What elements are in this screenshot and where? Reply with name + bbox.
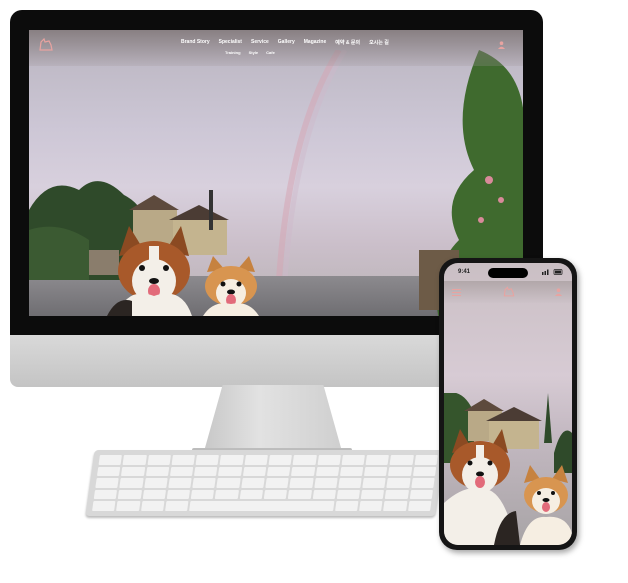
main-menu: Brand Story Specialist Service Gallery M…: [181, 39, 389, 46]
status-bar: 9:41: [444, 263, 572, 281]
submenu-item-training[interactable]: Training: [225, 50, 241, 55]
site-navigation: Brand Story Specialist Service Gallery M…: [29, 30, 523, 66]
menu-item-location[interactable]: 오시는 길: [369, 39, 389, 46]
battery-signal-icon: [542, 269, 563, 275]
menu-item-gallery[interactable]: Gallery: [278, 39, 295, 46]
hamburger-menu-icon[interactable]: [452, 289, 461, 296]
corgi-red-image: [203, 256, 259, 316]
submenu-item-style[interactable]: Style: [249, 50, 259, 55]
dog-logo-icon[interactable]: [502, 285, 516, 299]
service-submenu: Training Style Cafe: [225, 50, 275, 55]
corgi-tricolor-image: [107, 226, 192, 316]
mobile-hero-image: [444, 393, 572, 545]
rainbow-image: [276, 50, 348, 280]
menu-item-reservation[interactable]: 예약 & 문의: [335, 39, 360, 46]
mobile-phone: 9:41: [439, 258, 577, 550]
dog-logo-icon[interactable]: [37, 36, 55, 54]
user-icon[interactable]: [555, 288, 562, 296]
menu-item-magazine[interactable]: Magazine: [304, 39, 327, 46]
keyboard: [85, 450, 445, 516]
dynamic-island: [488, 268, 528, 278]
menu-item-brand-story[interactable]: Brand Story: [181, 39, 210, 46]
monitor-stand: [203, 385, 343, 455]
keyboard-keys: [92, 455, 438, 511]
submenu-item-cafe[interactable]: Cafe: [266, 50, 275, 55]
mobile-navigation: [444, 281, 572, 303]
status-time: 9:41: [458, 269, 471, 275]
user-icon[interactable]: [498, 41, 505, 49]
menu-item-specialist[interactable]: Specialist: [219, 39, 242, 46]
menu-item-service[interactable]: Service: [251, 39, 269, 46]
mobile-screen: 9:41: [444, 263, 572, 545]
